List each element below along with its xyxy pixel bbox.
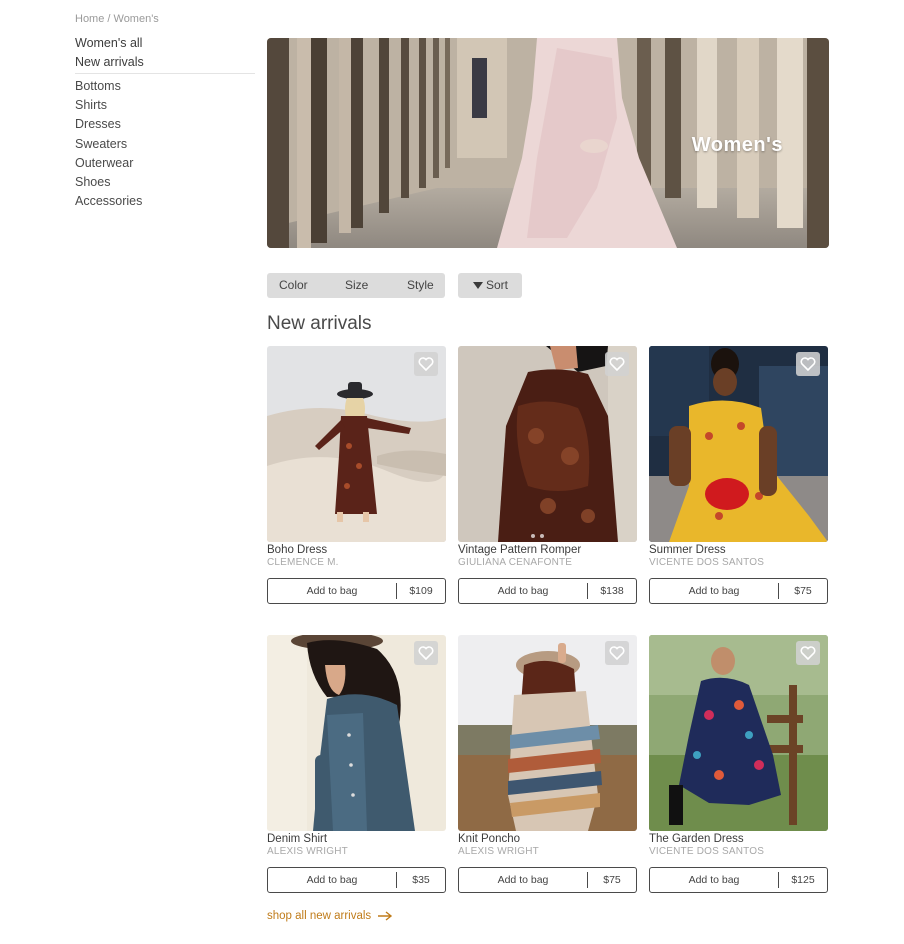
sidebar-item-womens-all[interactable]: Women's all [75,35,255,54]
heart-icon [609,357,625,371]
product-name[interactable]: Vintage Pattern Romper [458,544,581,556]
add-to-bag-label: Add to bag [688,585,740,597]
shop-all-label: shop all new arrivals [267,910,372,922]
sort-label: Sort [486,278,509,292]
favorite-button[interactable] [605,641,629,665]
add-to-bag-label: Add to bag [497,585,549,597]
favorite-button[interactable] [414,352,438,376]
sidebar-item-shirts[interactable]: Shirts [75,97,255,116]
product-author: ALEXIS WRIGHT [267,846,348,857]
product-image[interactable] [458,346,637,542]
heart-icon [418,646,434,660]
product-name[interactable]: Denim Shirt [267,833,327,845]
favorite-button[interactable] [605,352,629,376]
product-price: $109 [409,585,433,597]
arrow-right-icon [378,911,393,921]
favorite-button[interactable] [796,352,820,376]
sort-button[interactable]: Sort [458,273,522,298]
sidebar-item-outerwear[interactable]: Outerwear [75,155,255,174]
product-card[interactable]: Denim Shirt ALEXIS WRIGHT Add to bag $35 [267,635,446,895]
product-image[interactable] [267,635,446,831]
favorite-button[interactable] [414,641,438,665]
sidebar-item-dresses[interactable]: Dresses [75,116,255,135]
product-author: ALEXIS WRIGHT [458,846,539,857]
product-price: $125 [791,874,815,886]
product-author: VICENTE DOS SANTOS [649,557,765,568]
sidebar-item-shoes[interactable]: Shoes [75,174,255,193]
product-author: VICENTE DOS SANTOS [649,846,765,857]
section-title: New arrivals [267,313,372,334]
product-price: $75 [603,874,621,886]
hero-title: Women's [691,134,783,156]
product-author: CLEMENCE M. [267,557,339,568]
filter-color[interactable]: Color [279,273,308,298]
filter-group: Color Size Style [267,273,445,298]
product-card[interactable]: Summer Dress VICENTE DOS SANTOS Add to b… [649,346,828,606]
favorite-button[interactable] [796,641,820,665]
add-to-bag-button[interactable]: Add to bag $35 [267,867,446,893]
sidebar-item-new-arrivals[interactable]: New arrivals [75,54,255,73]
sidebar-item-sweaters[interactable]: Sweaters [75,136,255,155]
product-image[interactable] [649,346,828,542]
shop-all-new-arrivals-link[interactable]: shop all new arrivals [267,910,393,922]
add-to-bag-button[interactable]: Add to bag $109 [267,578,446,604]
sidebar-item-bottoms[interactable]: Bottoms [75,78,255,97]
filter-size[interactable]: Size [345,273,368,298]
breadcrumb[interactable]: Home / Women's [75,13,159,25]
add-to-bag-label: Add to bag [688,874,740,886]
product-card[interactable]: The Garden Dress VICENTE DOS SANTOS Add … [649,635,828,895]
add-to-bag-label: Add to bag [497,874,549,886]
product-name[interactable]: Summer Dress [649,544,726,556]
product-name[interactable]: Boho Dress [267,544,327,556]
sidebar-item-accessories[interactable]: Accessories [75,193,255,212]
add-to-bag-label: Add to bag [306,585,358,597]
sidebar: Women's all New arrivals Bottoms Shirts … [75,35,255,212]
add-to-bag-button[interactable]: Add to bag $75 [458,867,637,893]
heart-icon [800,357,816,371]
sort-down-arrow-icon [473,282,483,289]
heart-icon [418,357,434,371]
product-card[interactable]: Vintage Pattern Romper GIULIANA CENAFONT… [458,346,637,606]
sidebar-divider [75,73,255,74]
product-image[interactable] [267,346,446,542]
product-card[interactable]: Boho Dress CLEMENCE M. Add to bag $109 [267,346,446,606]
product-price: $35 [412,874,430,886]
add-to-bag-label: Add to bag [306,874,358,886]
filter-style[interactable]: Style [407,273,434,298]
sidebar-top-links: Women's all New arrivals [75,35,255,73]
product-image[interactable] [649,635,828,831]
sidebar-categories: Bottoms Shirts Dresses Sweaters Outerwea… [75,78,255,212]
product-card[interactable]: Knit Poncho ALEXIS WRIGHT Add to bag $75 [458,635,637,895]
product-image[interactable] [458,635,637,831]
heart-icon [609,646,625,660]
product-price: $75 [794,585,812,597]
product-name[interactable]: The Garden Dress [649,833,744,845]
product-name[interactable]: Knit Poncho [458,833,520,845]
product-author: GIULIANA CENAFONTE [458,557,573,568]
add-to-bag-button[interactable]: Add to bag $125 [649,867,828,893]
heart-icon [800,646,816,660]
hero-banner: Women's [267,38,829,248]
add-to-bag-button[interactable]: Add to bag $138 [458,578,637,604]
product-price: $138 [600,585,624,597]
add-to-bag-button[interactable]: Add to bag $75 [649,578,828,604]
